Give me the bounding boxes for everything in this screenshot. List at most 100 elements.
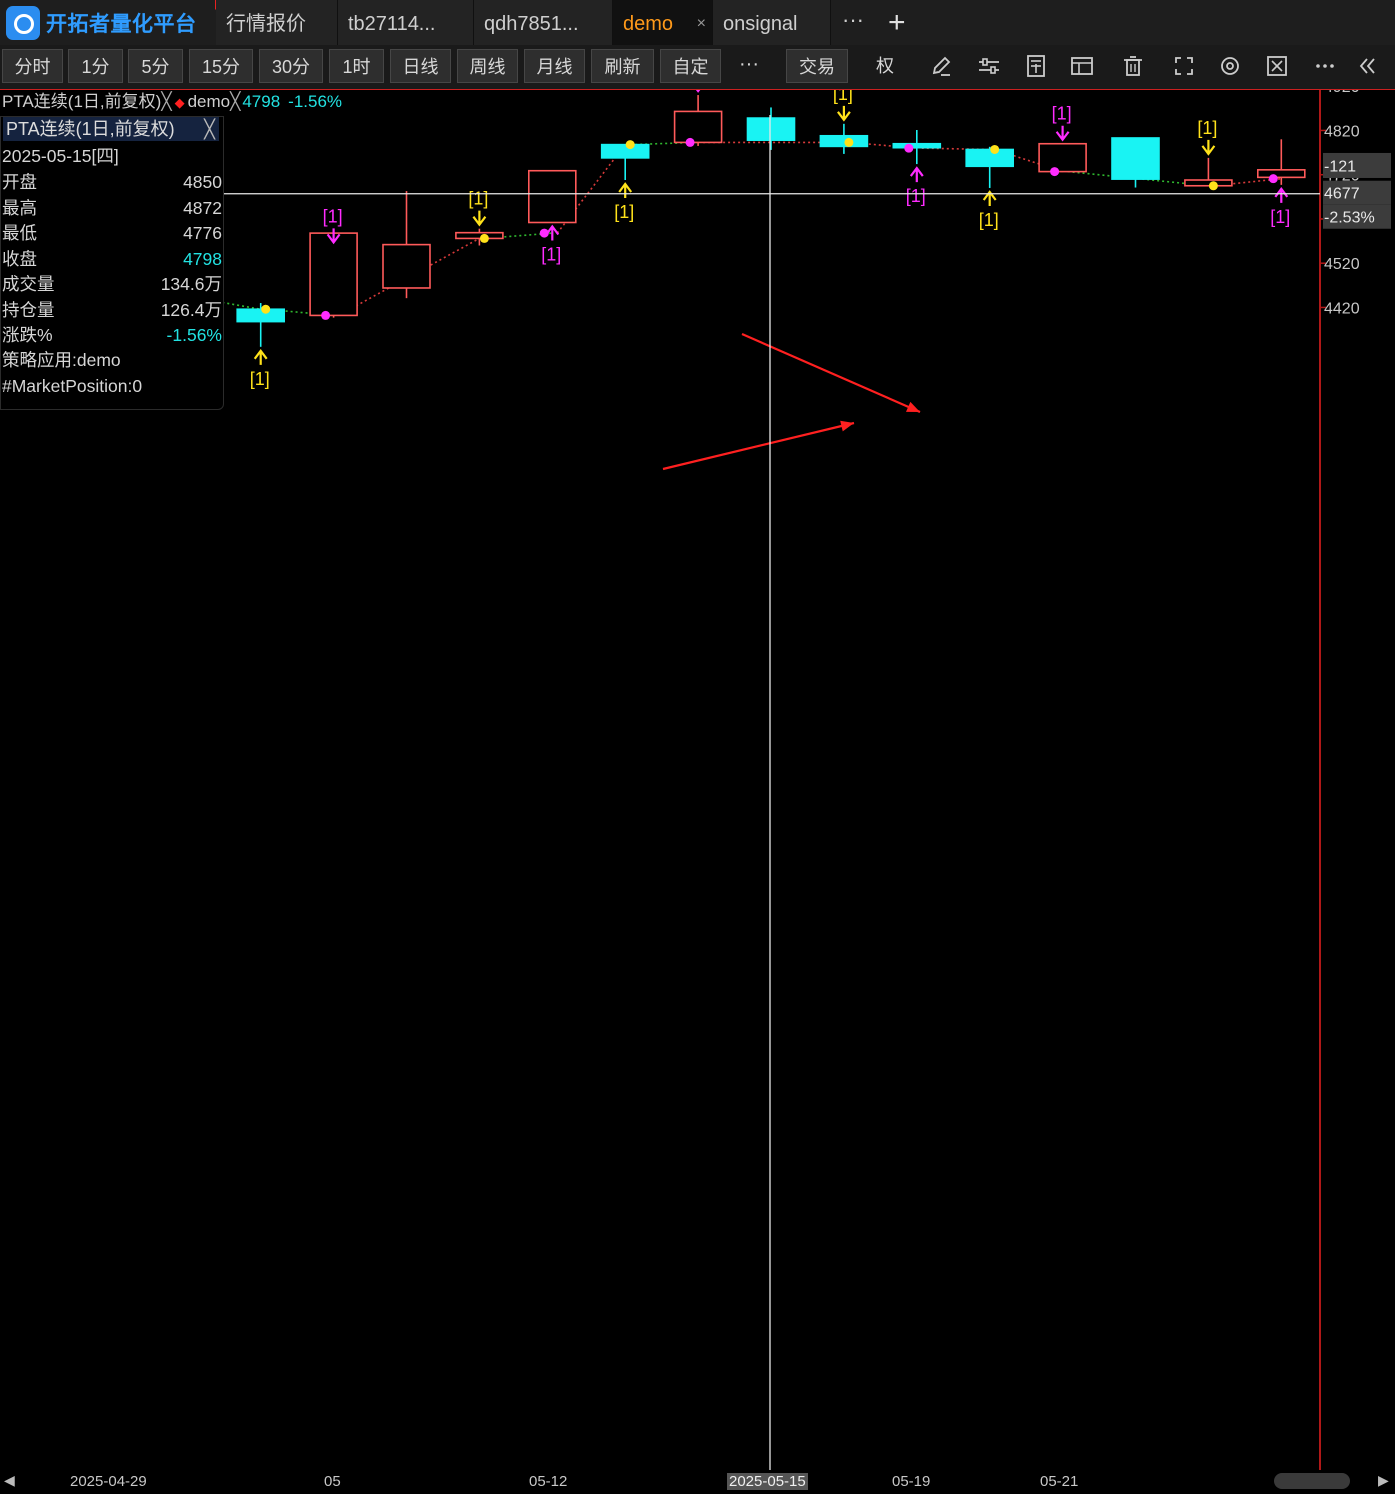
info-row: 最高 4872 <box>1 196 223 221</box>
collapse-panel-icon[interactable] <box>1352 51 1382 81</box>
price-tick-label: 4920 <box>1324 90 1360 96</box>
tab-label: qdh7851... <box>484 13 579 35</box>
price-tick-label: 4520 <box>1324 256 1360 273</box>
period-button-2[interactable]: 5分 <box>128 49 183 83</box>
period-button-1[interactable]: 1分 <box>68 49 123 83</box>
signal-sell-arrow-icon <box>1201 139 1216 156</box>
tab-demo[interactable]: demo × <box>613 0 713 45</box>
diff-label: -121 <box>1324 159 1356 176</box>
signal-sell-arrow-icon <box>837 105 851 122</box>
tab-label: 行情报价 <box>226 13 306 35</box>
candle-body <box>382 243 431 289</box>
info-value: 4850 <box>183 172 222 192</box>
chart-strategy[interactable]: demo <box>188 92 231 111</box>
chart-last-price: 4798 <box>242 92 281 111</box>
trade-dot <box>321 310 331 320</box>
close-window-icon[interactable] <box>1262 51 1292 81</box>
info-row: 收盘 4798 <box>1 247 223 272</box>
trade-dot <box>1050 167 1060 177</box>
pencil-icon[interactable] <box>926 51 956 81</box>
fullscreen-icon[interactable] <box>1169 51 1199 81</box>
trade-dot <box>990 144 1000 154</box>
candle-body <box>455 231 504 240</box>
info-key: 最低 <box>2 223 37 243</box>
title-bar: 开拓者量化平台 行情报价 tb27114... qdh7851... demo × ons… <box>0 0 1395 45</box>
candle-body <box>965 148 1015 168</box>
info-market-position: #MarketPosition:0 <box>2 376 143 396</box>
annotation-arrow <box>741 332 921 414</box>
info-row: 涨跌% -1.56% <box>1 323 223 348</box>
tab-tb27114[interactable]: tb27114... <box>338 0 474 45</box>
annotation-arrow <box>662 421 855 471</box>
more-tabs-icon[interactable]: ··· <box>842 0 864 45</box>
trade-dot <box>625 140 635 150</box>
trade-dot <box>844 137 854 147</box>
period-button-7[interactable]: 周线 <box>457 49 518 83</box>
scroll-right-icon[interactable]: ▶ <box>1378 1472 1389 1489</box>
candle-body <box>892 142 942 149</box>
signal-label: [1] <box>833 90 853 104</box>
info-key: 成交量 <box>2 274 55 294</box>
tab-onsignal[interactable]: onsignal <box>713 0 831 45</box>
trade-dot <box>1268 174 1278 184</box>
info-row: 持仓量 126.4万 <box>1 298 223 323</box>
signal-label: [1] <box>1270 207 1290 227</box>
info-value: 126.4万 <box>160 299 222 320</box>
period-button-3[interactable]: 15分 <box>189 49 253 83</box>
candle-body <box>1038 142 1087 173</box>
time-axis-label: 05-21 <box>1040 1473 1079 1490</box>
layout-icon[interactable] <box>1067 51 1097 81</box>
signal-sell-arrow-icon <box>695 90 701 93</box>
close-info-icon[interactable]: ╳ <box>204 117 215 141</box>
info-value: 4798 <box>183 248 222 269</box>
signal-label: [1] <box>541 244 561 264</box>
adjust-quan-button[interactable]: 权 <box>868 49 902 83</box>
trade-button[interactable]: 交易 <box>786 49 848 83</box>
trash-icon[interactable] <box>1118 51 1148 81</box>
calculator-icon[interactable] <box>1021 51 1051 81</box>
crosshair-price-label: 4677 <box>1324 186 1360 203</box>
period-button-10[interactable]: 自定 <box>660 49 721 83</box>
candle-body <box>236 308 285 323</box>
info-key: 最高 <box>2 197 37 218</box>
period-button-8[interactable]: 月线 <box>524 49 585 83</box>
price-tick-label: 4820 <box>1324 123 1360 140</box>
info-key: 涨跌% <box>2 325 53 345</box>
period-button-6[interactable]: 日线 <box>390 49 451 83</box>
add-tab-button[interactable]: + <box>888 0 906 45</box>
signal-label: [1] <box>979 210 999 230</box>
info-row: 最低 4776 <box>1 221 223 246</box>
tab-label: onsignal <box>723 13 798 35</box>
info-value: 4872 <box>183 197 222 218</box>
info-value: 4776 <box>183 223 222 243</box>
chart-symbol[interactable]: PTA连续(1日,前复权) <box>2 92 161 111</box>
close-tab-icon[interactable]: × <box>697 0 706 48</box>
period-button-4[interactable]: 30分 <box>259 49 323 83</box>
overflow-menu-icon[interactable] <box>1310 51 1340 81</box>
signal-buy-arrow-icon <box>253 348 268 365</box>
close-strategy-icon[interactable]: ╳ <box>230 92 240 111</box>
scroll-left-icon[interactable]: ◀ <box>4 1472 15 1489</box>
strategy-diamond-icon: ◆ <box>174 95 185 110</box>
time-axis: 2025-04-29 05 05-12 2025-05-15 05-19 05-21 ◀ ▶ <box>0 1470 1395 1494</box>
trade-dot <box>685 137 695 147</box>
signal-buy-arrow-icon <box>618 182 633 199</box>
toolbar-more-icon[interactable]: ··· <box>727 49 771 83</box>
app-logo[interactable]: 开拓者量化平台 <box>0 0 215 45</box>
tab-quotes[interactable]: 行情报价 <box>216 0 338 45</box>
signal-label: [1] <box>250 369 270 389</box>
time-axis-label: 2025-04-29 <box>70 1473 147 1490</box>
close-symbol-icon[interactable]: ╳ <box>161 92 171 111</box>
sliders-icon[interactable] <box>974 51 1004 81</box>
period-button-0[interactable]: 分时 <box>2 49 63 83</box>
period-toolbar: 分时 1分 5分 15分 30分 1时 日线 周线 月线 刷新 自定 ··· 交易 权 <box>0 45 1395 90</box>
info-row: 成交量 134.6万 <box>1 272 223 297</box>
settings-icon[interactable] <box>1215 51 1245 81</box>
period-button-9[interactable]: 刷新 <box>591 49 654 83</box>
scrollbar-thumb[interactable] <box>1274 1473 1350 1489</box>
period-button-5[interactable]: 1时 <box>329 49 384 83</box>
signal-label: [1] <box>323 206 343 226</box>
time-axis-label: 05-19 <box>892 1473 931 1490</box>
info-row: 开盘 4850 <box>1 170 223 195</box>
tab-qdh7851[interactable]: qdh7851... <box>474 0 613 45</box>
